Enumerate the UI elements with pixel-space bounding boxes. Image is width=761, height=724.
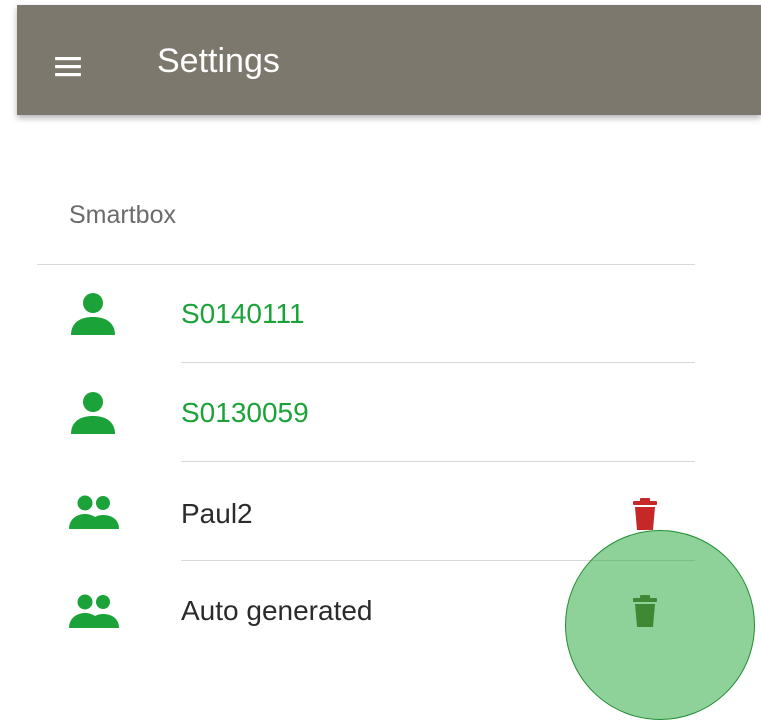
list-item-label: Auto generated	[181, 595, 373, 626]
list-item-label: S0140111	[181, 298, 305, 329]
list-item-label: Paul2	[181, 498, 253, 529]
row-divider	[181, 362, 695, 363]
section-title: Smartbox	[69, 201, 176, 229]
hamburger-menu-icon[interactable]	[53, 47, 93, 87]
people-icon	[67, 592, 119, 644]
row-divider	[181, 461, 695, 462]
list-item[interactable]: Paul2	[37, 463, 695, 561]
row-divider	[181, 560, 695, 561]
person-icon	[67, 388, 119, 440]
page-title: Settings	[157, 42, 280, 80]
delete-button[interactable]	[617, 487, 673, 543]
trash-icon	[633, 595, 657, 627]
people-icon	[67, 493, 119, 545]
list-item[interactable]: S0130059	[37, 364, 695, 462]
list-item[interactable]: S0140111	[37, 265, 695, 363]
app-bar: Settings	[17, 5, 761, 115]
person-icon	[67, 289, 119, 341]
delete-button[interactable]	[617, 584, 673, 640]
list-item-label: S0130059	[181, 397, 309, 428]
trash-icon	[633, 498, 657, 530]
list-item[interactable]: Auto generated	[37, 562, 695, 660]
